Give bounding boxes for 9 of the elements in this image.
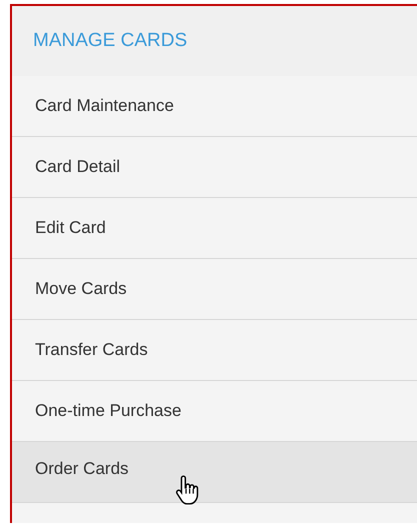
hand-cursor-icon [175, 474, 199, 506]
menu-item[interactable]: Order Cards [12, 442, 417, 503]
menu-item[interactable]: Move Cards [12, 259, 417, 320]
menu-heading: MANAGE CARDS [12, 6, 417, 76]
menu-item[interactable]: One-time Purchase [12, 381, 417, 442]
menu-item[interactable]: Card Maintenance [12, 76, 417, 137]
menu-item[interactable]: Edit Card [12, 198, 417, 259]
menu-item[interactable]: Card Detail [12, 137, 417, 198]
menu-item[interactable]: Transfer Cards [12, 320, 417, 381]
